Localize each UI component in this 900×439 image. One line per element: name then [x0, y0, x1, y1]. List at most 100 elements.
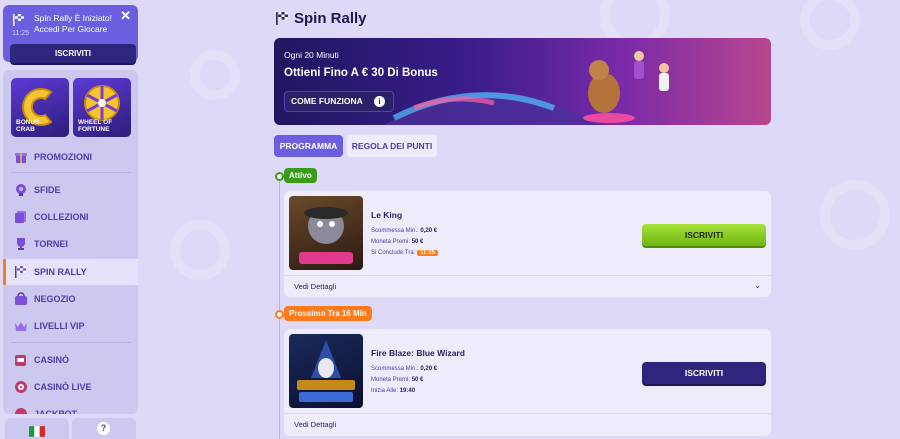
- min-bet-value: 0,20 €: [420, 366, 438, 372]
- min-bet-label: Scommessa Min.:: [371, 228, 419, 234]
- sidebar-item-label: TORNEI: [34, 239, 68, 249]
- prize-pool-label: Moneta Premi:: [371, 239, 411, 245]
- status-badge-next: Prossimo Tra 16 Min: [284, 306, 372, 321]
- starts-at-row: Inizia Alle: 19:40: [371, 388, 415, 394]
- sidebar-item-casino-live[interactable]: CASINÒ LIVE: [3, 374, 138, 400]
- sidebar-item-label: PROMOZIONI: [34, 152, 92, 162]
- timeline-dot: [275, 172, 284, 181]
- min-bet-row: Scommessa Min.: 0,20 €: [371, 366, 437, 372]
- help-button[interactable]: ?: [72, 418, 136, 439]
- rally-card: Le King Scommessa Min.: 0,20 € Moneta Pr…: [284, 191, 771, 297]
- trophy-icon: [17, 238, 25, 250]
- hero-headline: Ottieni Fino A € 30 Di Bonus: [284, 67, 438, 79]
- tile-label: WHEEL OF: [78, 119, 113, 126]
- sidebar-item-promozioni[interactable]: PROMOZIONI: [3, 144, 138, 170]
- sidebar-item-negozio[interactable]: NEGOZIO: [3, 286, 138, 312]
- tile-label: CRAB: [16, 126, 35, 133]
- collection-icon: [15, 211, 26, 223]
- game-name: Le King: [371, 210, 403, 220]
- hero-subtitle: Ogni 20 Minuti: [284, 50, 339, 60]
- sidebar-item-label: LIVELLI VIP: [34, 321, 85, 331]
- game-name: Fire Blaze: Blue Wizard: [371, 348, 465, 358]
- how-it-works-label: COME FUNZIONA: [291, 96, 363, 106]
- starts-at-label: Inizia Alle:: [371, 388, 399, 394]
- divider: [11, 342, 131, 343]
- wheel-of-fortune-tile[interactable]: WHEEL OF FORTUNE: [73, 78, 131, 137]
- prize-pool-label: Moneta Premi:: [371, 377, 411, 383]
- ends-in-label: Si Conclude Tra:: [371, 250, 416, 256]
- sidebar-item-label: COLLEZIONI: [34, 212, 89, 222]
- ends-in-row: Si Conclude Tra: 11:25: [371, 250, 439, 256]
- tile-label: FORTUNE: [78, 126, 110, 133]
- gift-icon: [15, 153, 27, 163]
- jackpot-icon: [15, 408, 27, 414]
- close-icon[interactable]: ✕: [120, 9, 131, 23]
- blue-wizard-artwork: [297, 340, 355, 402]
- view-details-link[interactable]: Vedi Dettagli: [294, 420, 336, 429]
- divider: [284, 275, 771, 276]
- sidebar-item-label: SPIN RALLY: [34, 267, 87, 277]
- background-swirl: [800, 0, 860, 50]
- help-icon-label: ?: [100, 423, 107, 433]
- checkered-flag-icon: [15, 266, 26, 278]
- timeline-line: [279, 176, 280, 439]
- help-icon: ?: [97, 422, 110, 435]
- notification-join-button[interactable]: ISCRIVITI: [10, 44, 136, 63]
- sidebar-item-sfide[interactable]: SFIDE: [3, 177, 138, 203]
- info-icon: i: [374, 96, 385, 107]
- sidebar-item-spin-rally[interactable]: SPIN RALLY: [3, 259, 138, 285]
- countdown-timer: 11:25: [417, 250, 439, 256]
- slot-machine-icon: [15, 355, 26, 366]
- sidebar-item-casino[interactable]: CASINÒ: [3, 347, 138, 373]
- view-details-link[interactable]: Vedi Dettagli: [294, 282, 336, 291]
- roulette-icon: [15, 381, 27, 393]
- sidebar-nav: BONUS CRAB WHEEL OF FORTUNE PROMOZIONI S…: [3, 70, 138, 414]
- game-thumbnail-le-king[interactable]: [289, 196, 363, 270]
- notification-message: Spin Rally È Iniziato! Accedi Per Giocar…: [34, 13, 112, 34]
- timeline-dot: [275, 310, 284, 319]
- sidebar-item-collezioni[interactable]: COLLEZIONI: [3, 204, 138, 230]
- hero-banner: Ogni 20 Minuti Ottieni Fino A € 30 Di Bo…: [274, 38, 771, 125]
- sidebar-item-label: SFIDE: [34, 185, 61, 195]
- sidebar-item-label: CASINÒ: [34, 355, 70, 365]
- min-bet-row: Scommessa Min.: 0,20 €: [371, 228, 437, 234]
- le-king-artwork: [299, 207, 353, 264]
- checkered-flag-icon: [276, 12, 288, 25]
- divider: [11, 172, 131, 173]
- background-swirl: [820, 180, 890, 250]
- sidebar: 11:25 Spin Rally È Iniziato! Accedi Per …: [0, 0, 140, 439]
- sidebar-item-tornei[interactable]: TORNEI: [3, 231, 138, 257]
- challenge-icon: [16, 184, 26, 196]
- divider: [284, 413, 771, 414]
- min-bet-label: Scommessa Min.:: [371, 366, 419, 372]
- language-button[interactable]: [5, 418, 69, 439]
- how-it-works-button[interactable]: COME FUNZIONA i: [284, 91, 394, 112]
- sidebar-item-label: CASINÒ LIVE: [34, 382, 92, 392]
- tile-label: BONUS: [16, 119, 40, 126]
- spin-rally-notification: 11:25 Spin Rally È Iniziato! Accedi Per …: [3, 5, 138, 63]
- italy-flag-icon: [29, 426, 45, 437]
- join-button[interactable]: ISCRIVITI: [642, 362, 766, 384]
- prize-pool-row: Moneta Premi: 50 €: [371, 239, 423, 245]
- rally-card: Fire Blaze: Blue Wizard Scommessa Min.: …: [284, 329, 771, 436]
- sidebar-item-label: NEGOZIO: [34, 294, 76, 304]
- tab-programma[interactable]: PROGRAMMA: [274, 135, 343, 157]
- bonus-crab-tile[interactable]: BONUS CRAB: [11, 78, 69, 137]
- shop-icon: [15, 292, 27, 305]
- chevron-down-icon[interactable]: ⌄: [754, 281, 761, 290]
- background-swirl: [190, 50, 240, 100]
- min-bet-value: 0,20 €: [420, 228, 438, 234]
- notification-time: 11:25: [12, 30, 29, 37]
- prize-pool-value: 50 €: [411, 377, 424, 383]
- prize-pool-value: 50 €: [411, 239, 424, 245]
- page-title: Spin Rally: [294, 10, 367, 27]
- sidebar-item-livelli-vip[interactable]: LIVELLI VIP: [3, 313, 138, 339]
- starts-at-value: 19:40: [399, 388, 416, 394]
- sidebar-item-jackpot[interactable]: JACKPOT: [3, 401, 138, 414]
- status-badge-active: Attivo: [284, 168, 317, 183]
- background-swirl: [170, 220, 230, 280]
- join-button[interactable]: ISCRIVITI: [642, 224, 766, 246]
- crown-icon: [15, 322, 27, 331]
- tab-regola-dei-punti[interactable]: REGOLA DEI PUNTI: [347, 135, 437, 157]
- game-thumbnail-fire-blaze-blue-wizard[interactable]: [289, 334, 363, 408]
